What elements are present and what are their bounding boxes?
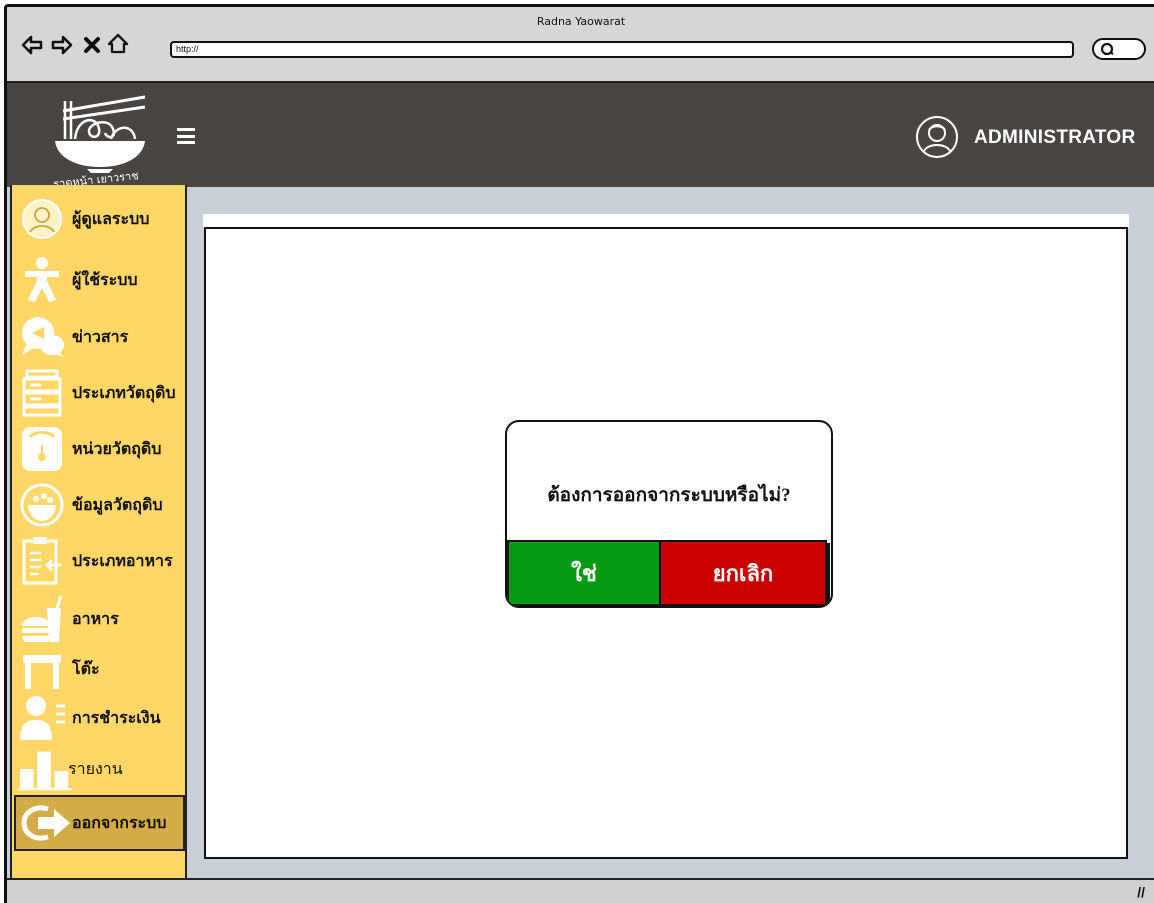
window-title: Radna Yaowarat (536, 15, 626, 28)
sidebar-item-ingredient-unit[interactable]: หน่วยวัตถุดิบ (12, 421, 185, 477)
sidebar-item-label: รายงาน (68, 760, 123, 778)
stop-icon[interactable] (81, 34, 103, 56)
sidebar-item-ingredient-type[interactable]: ประเภทวัตถุดิบ (12, 365, 185, 421)
cancel-button[interactable]: ยกเลิก (659, 540, 827, 606)
sidebar-item-label: อาหาร (72, 610, 119, 628)
browser-search-field[interactable] (1092, 38, 1146, 60)
browser-toolbar: Radna Yaowarat http:// (7, 7, 1154, 83)
sidebar-item-label: โต๊ะ (72, 660, 100, 678)
forward-icon[interactable] (51, 34, 73, 56)
table-icon (12, 641, 72, 697)
content-top-strip (203, 214, 1129, 228)
food-type-icon (12, 533, 72, 589)
address-bar[interactable]: http:// (170, 41, 1074, 58)
sidebar-item-news[interactable]: ข่าวสาร (12, 309, 185, 365)
sidebar-item-report[interactable]: รายงาน (12, 741, 185, 797)
dialog-message: ต้องการออกจากระบบหรือไม่? (547, 485, 791, 506)
sidebar: ผู้ดูแลระบบ ผู้ใช้ระบบ ข่าวสาร ประเภทวัต… (10, 185, 187, 885)
sidebar-item-label: ประเภทอาหาร (72, 552, 173, 570)
home-icon[interactable] (107, 33, 129, 55)
browser-status-bar: // (7, 878, 1154, 903)
sidebar-item-food-type[interactable]: ประเภทอาหาร (12, 533, 185, 589)
menu-toggle-icon[interactable] (177, 128, 195, 144)
sidebar-item-logout[interactable]: ออกจากระบบ (14, 795, 185, 851)
search-icon (1100, 42, 1114, 56)
food-icon (12, 591, 72, 647)
scale-icon (12, 421, 72, 477)
user-icon (12, 252, 72, 308)
admin-icon (12, 191, 72, 247)
sidebar-item-admin[interactable]: ผู้ดูแลระบบ (12, 191, 185, 247)
back-icon[interactable] (21, 34, 43, 56)
resize-grip-icon[interactable]: // (1137, 884, 1145, 900)
sidebar-item-ingredient-info[interactable]: ข้อมูลวัตถุดิบ (12, 477, 185, 533)
sidebar-item-table[interactable]: โต๊ะ (12, 641, 185, 697)
logout-confirm-dialog: ต้องการออกจากระบบหรือไม่? ใช่ ยกเลิก (505, 420, 833, 608)
sidebar-item-label: ข่าวสาร (72, 328, 129, 346)
logout-icon (16, 795, 76, 851)
sidebar-item-label: หน่วยวัตถุดิบ (72, 440, 162, 458)
sidebar-item-payment[interactable]: การชำระเงิน (12, 690, 185, 746)
sidebar-item-label: ออกจากระบบ (72, 814, 167, 832)
report-icon (12, 741, 72, 797)
confirm-button[interactable]: ใช่ (507, 540, 661, 606)
sidebar-item-label: การชำระเงิน (72, 709, 161, 727)
admin-username[interactable]: ADMINISTRATOR (974, 127, 1136, 149)
sidebar-item-label: ข้อมูลวัตถุดิบ (72, 496, 163, 514)
ingredient-type-icon (12, 365, 72, 421)
admin-avatar-icon[interactable] (915, 115, 959, 159)
browser-window: Radna Yaowarat http:// ราดหน้า เยาวราช A… (4, 4, 1154, 903)
sidebar-item-label: ประเภทวัตถุดิบ (72, 384, 176, 402)
sidebar-item-food[interactable]: อาหาร (12, 591, 185, 647)
app-header: ราดหน้า เยาวราช ADMINISTRATOR (7, 83, 1154, 187)
payment-icon (12, 690, 72, 746)
news-icon (12, 309, 72, 365)
sidebar-item-users[interactable]: ผู้ใช้ระบบ (12, 252, 185, 308)
restaurant-logo[interactable]: ราดหน้า เยาวราช (45, 93, 155, 185)
ingredient-info-icon (12, 477, 72, 533)
sidebar-item-label: ผู้ใช้ระบบ (72, 271, 138, 289)
sidebar-item-label: ผู้ดูแลระบบ (72, 210, 150, 228)
